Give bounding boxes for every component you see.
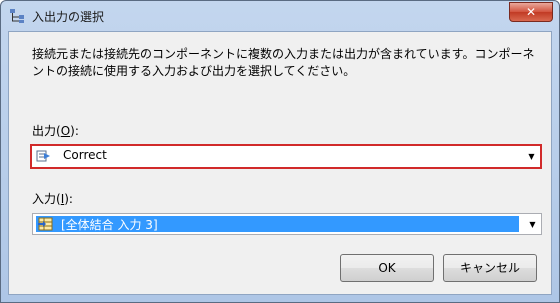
output-dropdown[interactable]: Correct ▼ [30, 144, 542, 169]
input-table-icon [38, 217, 53, 231]
close-button[interactable]: ✕ [509, 2, 553, 22]
dialog-title: 入出力の選択 [32, 10, 105, 24]
input-value: [全体結合 入力 3] [61, 218, 158, 232]
ok-button[interactable]: OK [340, 254, 434, 282]
dialog-body: 接続元または接続先のコンポーネントに複数の入力または出力が含まれています。コンポ… [8, 31, 552, 295]
output-label: 出力(O): [32, 124, 79, 138]
output-value: Correct [63, 148, 107, 162]
close-icon: ✕ [525, 5, 537, 19]
description-text: 接続元または接続先のコンポーネントに複数の入力または出力が含まれています。コンポ… [32, 47, 535, 78]
dialog-window: 入出力の選択 ✕ 接続元または接続先のコンポーネントに複数の入力または出力が含ま… [0, 0, 560, 303]
chevron-down-icon[interactable]: ▼ [524, 214, 541, 234]
title-bar[interactable]: 入出力の選択 ✕ [1, 1, 559, 31]
cancel-button[interactable]: キャンセル [443, 254, 537, 282]
chevron-down-icon[interactable]: ▼ [523, 146, 540, 167]
input-dropdown[interactable]: [全体結合 入力 3] ▼ [32, 213, 542, 235]
output-arrow-icon [36, 150, 50, 162]
input-label: 入力(I): [32, 192, 73, 206]
hierarchy-icon [10, 9, 24, 23]
